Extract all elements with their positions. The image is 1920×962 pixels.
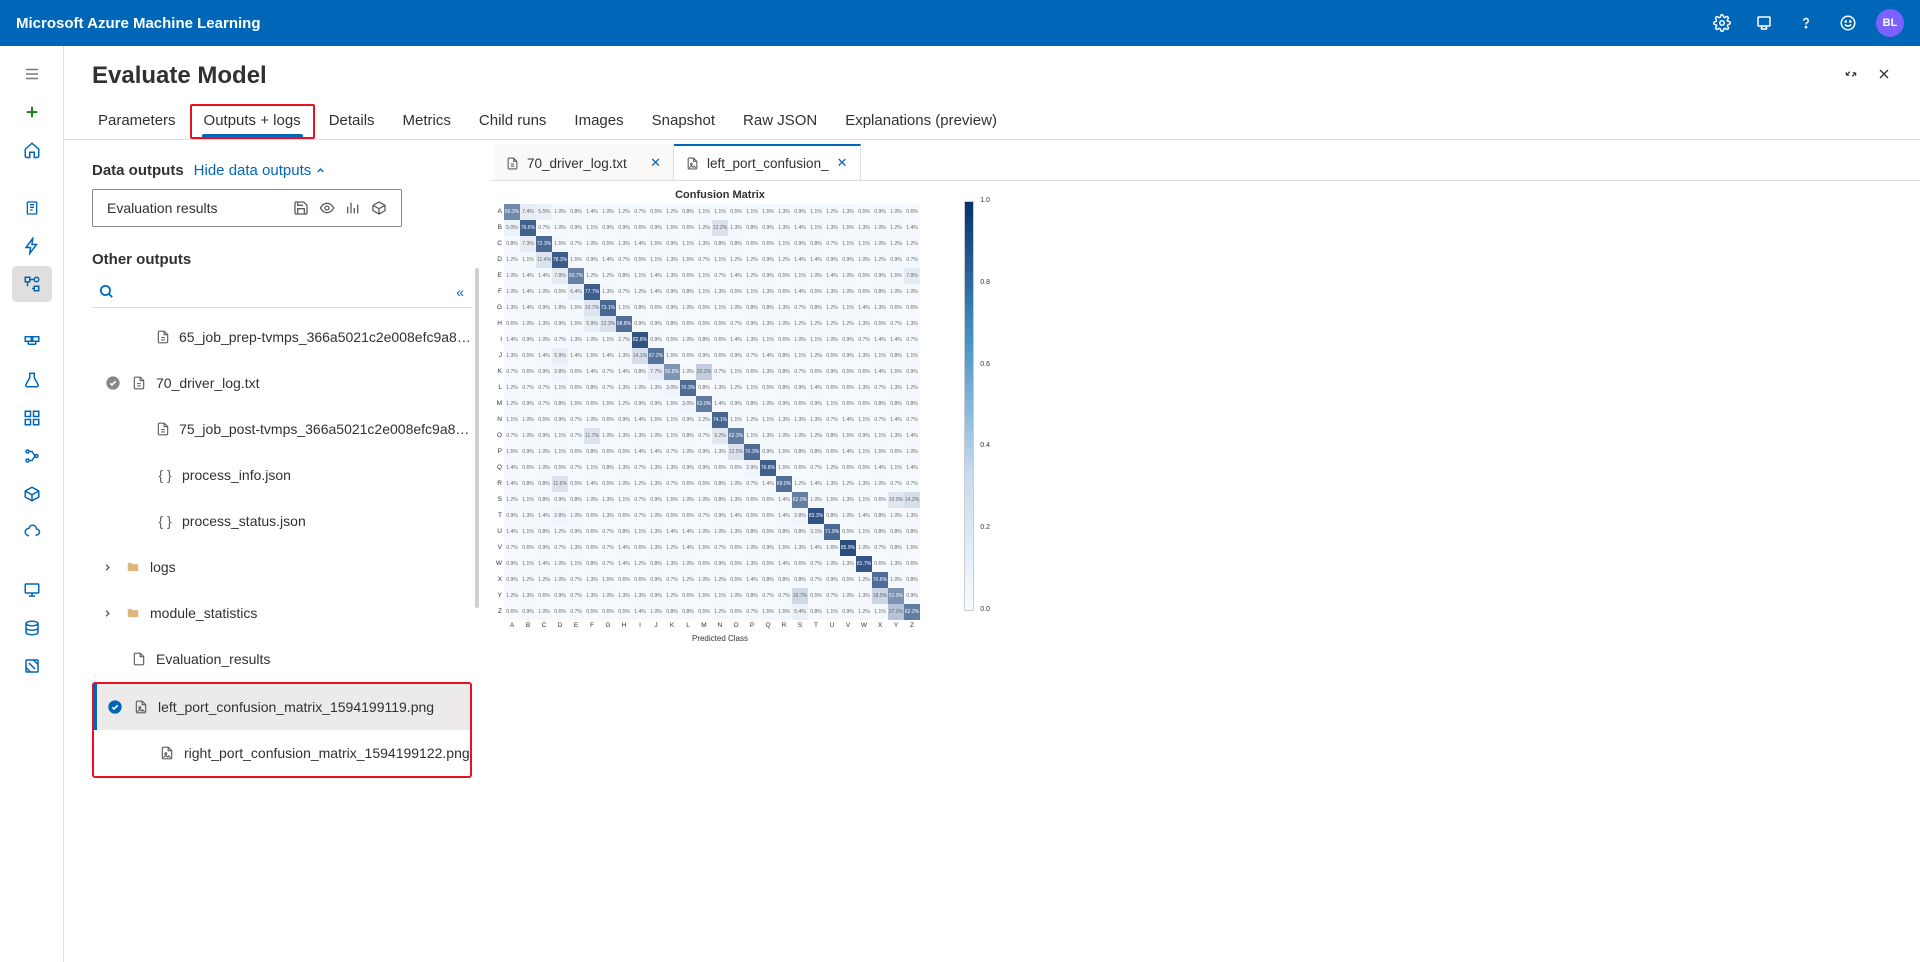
tab-parameters[interactable]: Parameters bbox=[84, 104, 190, 139]
file-viewer-panel: 70_driver_log.txt ✕ left_port_confusion_… bbox=[482, 140, 1920, 962]
add-icon[interactable] bbox=[12, 94, 52, 130]
tree-item-left-confusion[interactable]: left_port_confusion_matrix_1594199119.pn… bbox=[94, 684, 470, 730]
chevron-right-icon bbox=[102, 562, 116, 573]
page-title: Evaluate Model bbox=[92, 62, 267, 90]
tree-folder-module-stats[interactable]: module_statistics bbox=[92, 590, 472, 636]
nav-rail bbox=[0, 46, 64, 962]
file-icon bbox=[155, 421, 172, 437]
gear-icon[interactable] bbox=[1708, 9, 1736, 37]
file-tab-confusion[interactable]: left_port_confusion_ ✕ bbox=[674, 144, 861, 180]
file-icon bbox=[506, 156, 519, 171]
tab-explanations[interactable]: Explanations (preview) bbox=[831, 104, 1011, 139]
json-icon: { } bbox=[156, 467, 174, 483]
other-outputs-label: Other outputs bbox=[92, 251, 472, 268]
endpoints-icon[interactable] bbox=[12, 476, 52, 512]
tabs-row: Parameters Outputs + logs Details Metric… bbox=[64, 90, 1920, 140]
search-icon[interactable] bbox=[92, 283, 115, 300]
histogram-icon[interactable] bbox=[345, 200, 361, 216]
pipelines-icon[interactable] bbox=[12, 400, 52, 436]
experiments-icon[interactable] bbox=[12, 362, 52, 398]
confusion-matrix: Confusion Matrix Actual Class A56.3%7.4%… bbox=[490, 189, 950, 643]
tree-item-driver-log[interactable]: 70_driver_log.txt bbox=[92, 360, 472, 406]
close-tab-icon[interactable]: ✕ bbox=[650, 155, 661, 171]
heatmap-grid: A56.3%7.4%5.5%1.0%0.8%1.4%1.0%1.2%0.7%0.… bbox=[490, 204, 950, 632]
labeling-icon[interactable] bbox=[12, 648, 52, 684]
tree-toolbar: « bbox=[92, 276, 472, 308]
topbar: Microsoft Azure Machine Learning BL bbox=[0, 0, 1920, 46]
tab-snapshot[interactable]: Snapshot bbox=[638, 104, 729, 139]
save-icon[interactable] bbox=[293, 200, 309, 216]
tree-item-job-prep[interactable]: 65_job_prep-tvmps_366a5021c2e008efc9a8ef… bbox=[92, 314, 472, 360]
eval-card-label: Evaluation results bbox=[107, 200, 218, 216]
collapse-tree-icon[interactable]: « bbox=[456, 284, 464, 300]
eval-card-actions bbox=[293, 200, 387, 216]
chart-title: Confusion Matrix bbox=[490, 189, 950, 201]
colorbar-ticks: 1.0 0.8 0.6 0.4 0.2 0.0 bbox=[980, 197, 990, 613]
close-icon[interactable] bbox=[1876, 66, 1892, 82]
file-icon bbox=[154, 329, 170, 345]
close-tab-icon[interactable]: ✕ bbox=[837, 155, 848, 171]
tab-outputs-logs[interactable]: Outputs + logs bbox=[190, 104, 315, 139]
chart-xlabel: Predicted Class bbox=[490, 634, 950, 643]
tree-item-eval-results[interactable]: Evaluation_results bbox=[92, 636, 472, 682]
tree-item-process-info[interactable]: { } process_info.json bbox=[92, 452, 472, 498]
folder-icon bbox=[124, 606, 142, 620]
file-viewer: Confusion Matrix Actual Class A56.3%7.4%… bbox=[490, 181, 1920, 962]
data-outputs-label: Data outputs bbox=[92, 162, 184, 179]
tab-metrics[interactable]: Metrics bbox=[389, 104, 465, 139]
page-header: Evaluate Model bbox=[64, 46, 1920, 90]
tab-raw-json[interactable]: Raw JSON bbox=[729, 104, 831, 139]
main-content: Evaluate Model Parameters Outputs + logs… bbox=[64, 46, 1920, 962]
compute-icon[interactable] bbox=[12, 572, 52, 608]
smile-icon[interactable] bbox=[1834, 9, 1862, 37]
cube-icon[interactable] bbox=[371, 200, 387, 216]
hide-data-outputs-link[interactable]: Hide data outputs bbox=[194, 162, 327, 179]
help-icon[interactable] bbox=[1792, 9, 1820, 37]
image-file-icon bbox=[686, 156, 699, 171]
file-tree: 65_job_prep-tvmps_366a5021c2e008efc9a8ef… bbox=[92, 314, 472, 962]
designer-icon[interactable] bbox=[12, 266, 52, 302]
tree-item-right-confusion[interactable]: right_port_confusion_matrix_1594199122.p… bbox=[94, 730, 470, 776]
data-outputs-header: Data outputs Hide data outputs bbox=[92, 162, 472, 179]
datasets-icon[interactable] bbox=[12, 324, 52, 360]
header-actions bbox=[1844, 62, 1892, 82]
chevron-right-icon bbox=[102, 608, 116, 619]
evaluation-results-card[interactable]: Evaluation results bbox=[92, 189, 402, 227]
collapse-icon[interactable] bbox=[1844, 67, 1858, 81]
tab-child-runs[interactable]: Child runs bbox=[465, 104, 561, 139]
folder-icon bbox=[124, 560, 142, 574]
home-icon[interactable] bbox=[12, 132, 52, 168]
file-outline-icon bbox=[130, 651, 148, 667]
image-file-icon bbox=[158, 745, 176, 761]
notebooks-icon[interactable] bbox=[12, 190, 52, 226]
image-file-icon bbox=[132, 699, 150, 715]
datastores-icon[interactable] bbox=[12, 610, 52, 646]
colorbar bbox=[964, 201, 974, 611]
tab-images[interactable]: Images bbox=[560, 104, 637, 139]
models-icon[interactable] bbox=[12, 438, 52, 474]
app-title: Microsoft Azure Machine Learning bbox=[16, 15, 260, 32]
environments-icon[interactable] bbox=[12, 514, 52, 550]
automl-icon[interactable] bbox=[12, 228, 52, 264]
tree-item-job-post[interactable]: 75_job_post-tvmps_366a5021c2e008efc9a8ef… bbox=[92, 406, 472, 452]
file-tab-driver-log[interactable]: 70_driver_log.txt ✕ bbox=[494, 144, 674, 180]
file-tabs: 70_driver_log.txt ✕ left_port_confusion_… bbox=[490, 144, 1920, 181]
tree-folder-logs[interactable]: logs bbox=[92, 544, 472, 590]
tab-details[interactable]: Details bbox=[315, 104, 389, 139]
hamburger-icon[interactable] bbox=[12, 56, 52, 92]
file-icon bbox=[130, 375, 148, 391]
tree-item-process-status[interactable]: { } process_status.json bbox=[92, 498, 472, 544]
outputs-panel: Data outputs Hide data outputs Evaluatio… bbox=[64, 140, 472, 962]
preview-icon[interactable] bbox=[319, 200, 335, 216]
panel-splitter[interactable] bbox=[472, 140, 482, 962]
annotation-highlight-box: left_port_confusion_matrix_1594199119.pn… bbox=[92, 682, 472, 778]
json-icon: { } bbox=[156, 513, 174, 529]
feedback-icon[interactable] bbox=[1750, 9, 1778, 37]
avatar[interactable]: BL bbox=[1876, 9, 1904, 37]
topbar-actions: BL bbox=[1708, 9, 1904, 37]
